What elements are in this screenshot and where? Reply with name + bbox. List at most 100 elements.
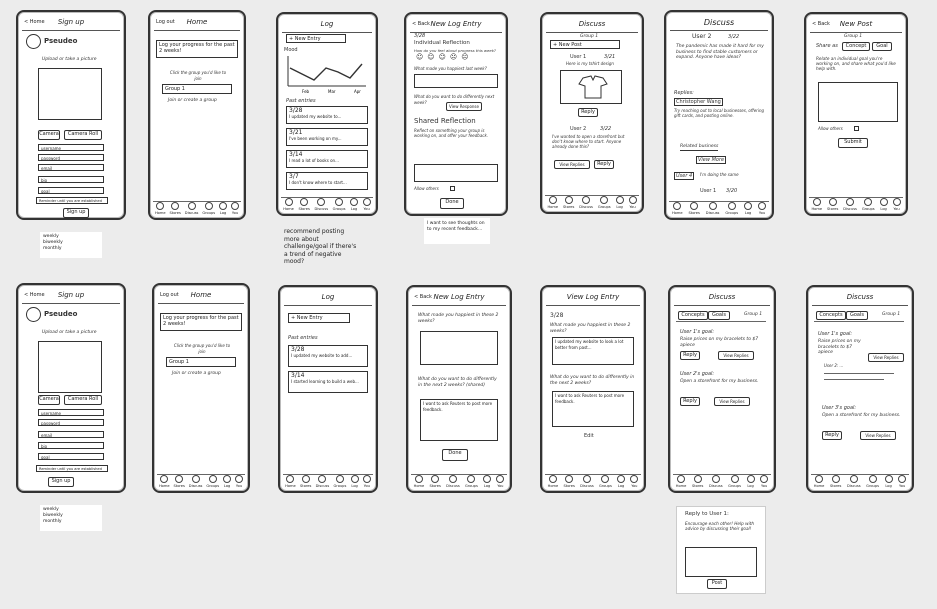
nav-discuss[interactable]: Discuss: [580, 475, 594, 488]
nav-log[interactable]: Log: [223, 475, 232, 488]
tab-goals[interactable]: Goals: [846, 311, 868, 320]
field-goal[interactable]: goal: [38, 453, 104, 460]
shared-input[interactable]: [414, 164, 498, 182]
happiest-input[interactable]: [420, 331, 498, 365]
nav-log[interactable]: Log: [746, 475, 755, 488]
nav-you[interactable]: You: [231, 202, 240, 215]
nav-you[interactable]: You: [760, 475, 769, 488]
progress-banner[interactable]: Log your progress for the past 2 weeks!: [160, 313, 242, 331]
next-input[interactable]: I want to ask Reuters to post more feedb…: [420, 399, 498, 441]
view-replies-button-2[interactable]: View Replies: [714, 397, 750, 406]
nav-discuss[interactable]: Discuss: [316, 475, 329, 488]
nav-home[interactable]: Home: [814, 475, 824, 488]
nav-home[interactable]: Home: [283, 198, 294, 211]
happiest-input[interactable]: [414, 74, 498, 88]
allow-others-checkbox[interactable]: [854, 126, 859, 131]
signup-button[interactable]: Sign up: [48, 477, 74, 487]
done-button[interactable]: Done: [440, 198, 464, 209]
nav-you[interactable]: You: [496, 475, 505, 488]
avatar[interactable]: [26, 34, 41, 49]
view-replies-button[interactable]: View Replies: [554, 160, 590, 169]
reply-1-user[interactable]: Christopher Wang: [674, 98, 723, 106]
field-username[interactable]: username: [38, 144, 104, 151]
camera-roll-button[interactable]: Camera Roll: [64, 130, 102, 140]
nav-home[interactable]: Home: [676, 475, 686, 488]
related-business[interactable]: Related business: [680, 144, 719, 151]
nav-log[interactable]: Log: [879, 198, 888, 211]
nav-stores[interactable]: Stores: [689, 202, 700, 215]
nav-you[interactable]: You: [630, 475, 639, 488]
nav-home[interactable]: Home: [811, 198, 822, 211]
nav-you[interactable]: You: [898, 475, 907, 488]
allow-others-checkbox[interactable]: [450, 186, 455, 191]
log-entry-4[interactable]: 3/7 I don't know where to start...: [286, 172, 368, 190]
nav-home[interactable]: Home: [414, 475, 424, 488]
group-item[interactable]: Group 1: [162, 84, 232, 94]
reply-button-1[interactable]: Reply: [680, 351, 700, 360]
field-bio[interactable]: bio: [38, 176, 104, 183]
field-email[interactable]: email: [38, 431, 104, 438]
nav-stores[interactable]: Stores: [170, 202, 181, 215]
new-entry-button[interactable]: + New Entry: [288, 313, 350, 323]
nav-home[interactable]: Home: [155, 202, 166, 215]
nav-log[interactable]: Log: [350, 198, 359, 211]
camera-button[interactable]: Camera: [38, 130, 60, 140]
field-email[interactable]: email: [38, 164, 104, 171]
view-more-link[interactable]: View More: [696, 156, 727, 164]
view-replies-button[interactable]: View Replies: [868, 353, 904, 362]
nav-discuss[interactable]: Discuss: [579, 196, 593, 209]
nav-groups[interactable]: Groups: [334, 475, 346, 488]
view-replies-button-2[interactable]: View Replies: [860, 431, 896, 440]
log-entry-1[interactable]: 3/28 I updated my website to add...: [288, 345, 368, 367]
reply-card-input[interactable]: [685, 547, 757, 577]
nav-you[interactable]: You: [892, 198, 901, 211]
nav-log[interactable]: Log: [617, 475, 626, 488]
goal-toggle[interactable]: Goal: [872, 42, 892, 51]
log-entry-2[interactable]: 3/21 I've been working on my...: [286, 128, 368, 146]
edit-link[interactable]: Edit: [584, 433, 594, 439]
nav-stores[interactable]: Stores: [827, 198, 838, 211]
log-entry-1[interactable]: 3/28 I updated my website to...: [286, 106, 368, 124]
reply-button-1[interactable]: Reply: [578, 108, 598, 117]
nav-discuss[interactable]: Discuss: [843, 198, 857, 211]
reply-button-2[interactable]: Reply: [594, 160, 614, 169]
nav-log[interactable]: Log: [350, 475, 359, 488]
nav-you[interactable]: You: [758, 202, 767, 215]
field-password[interactable]: password: [38, 419, 104, 426]
camera-button[interactable]: Camera: [38, 395, 60, 405]
view-replies-button-1[interactable]: View Replies: [718, 351, 754, 360]
nav-home[interactable]: Home: [285, 475, 296, 488]
tab-goals[interactable]: Goals: [708, 311, 730, 320]
nav-groups[interactable]: Groups: [465, 475, 478, 488]
nav-discuss[interactable]: Discuss: [189, 475, 202, 488]
reply-button-2[interactable]: Reply: [680, 397, 700, 406]
photo-box[interactable]: [38, 68, 102, 120]
new-entry-button[interactable]: + New Entry: [286, 34, 346, 43]
reply-post-button[interactable]: Post: [707, 579, 727, 589]
nav-discuss[interactable]: Discuss: [706, 202, 719, 215]
nav-discuss[interactable]: Discuss: [446, 475, 460, 488]
nav-stores[interactable]: Stores: [692, 475, 703, 488]
concept-toggle[interactable]: Concept: [842, 42, 870, 51]
field-goal[interactable]: goal: [38, 187, 104, 194]
nav-groups[interactable]: Groups: [862, 198, 875, 211]
avatar[interactable]: [26, 307, 41, 322]
nav-home[interactable]: Home: [548, 475, 558, 488]
nav-log[interactable]: Log: [219, 202, 228, 215]
reply-button[interactable]: Reply: [822, 431, 842, 440]
nav-groups[interactable]: Groups: [599, 475, 612, 488]
nav-you[interactable]: You: [362, 475, 371, 488]
log-entry-2[interactable]: 3/14 I started learning to build a web...: [288, 371, 368, 393]
nav-stores[interactable]: Stores: [174, 475, 185, 488]
reminder-select[interactable]: Reminder until you are established: [36, 197, 108, 204]
new-post-input[interactable]: [818, 82, 898, 122]
nav-log[interactable]: Log: [884, 475, 893, 488]
view-response-button[interactable]: View Response: [446, 102, 482, 111]
nav-discuss[interactable]: Discuss: [709, 475, 723, 488]
new-post-button[interactable]: + New Post: [550, 40, 620, 49]
nav-groups[interactable]: Groups: [333, 198, 345, 211]
nav-stores[interactable]: Stores: [430, 475, 441, 488]
done-button[interactable]: Done: [442, 449, 468, 461]
group-item[interactable]: Group 1: [166, 357, 236, 367]
nav-discuss[interactable]: Discuss: [314, 198, 328, 211]
